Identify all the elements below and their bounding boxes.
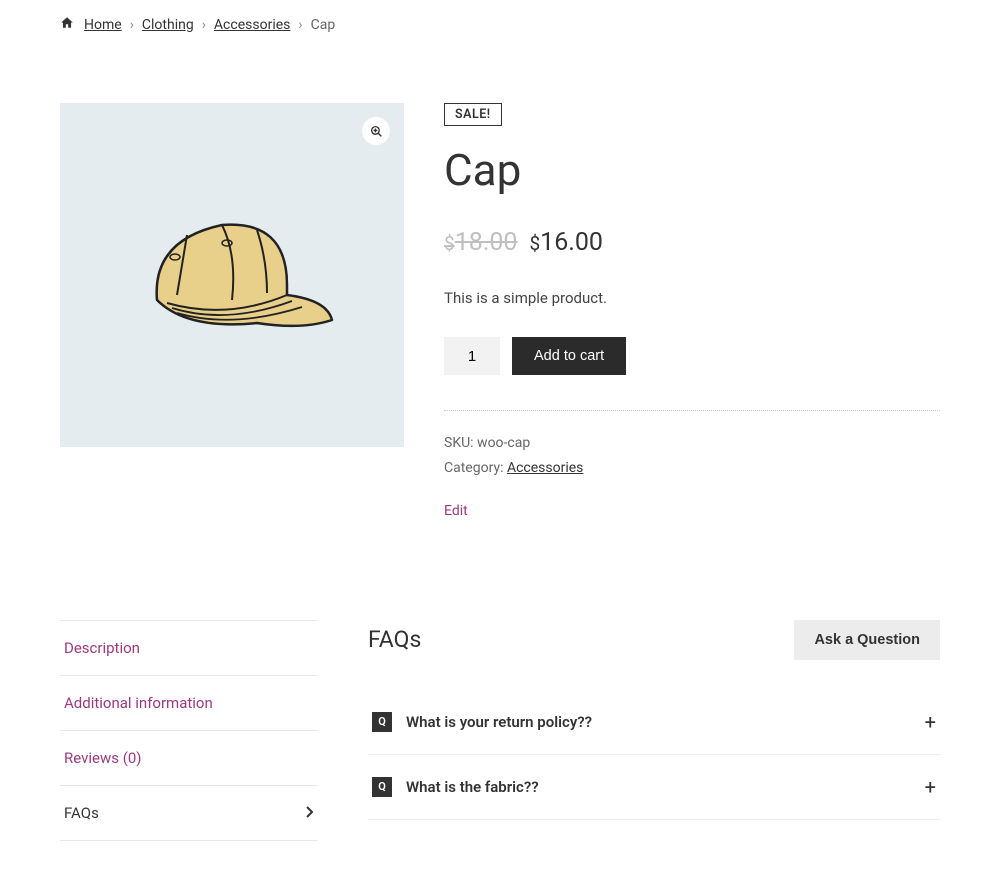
faq-item[interactable]: Q What is your return policy?? + (368, 690, 940, 755)
tab-panel-faqs: FAQs Ask a Question Q What is your retur… (368, 620, 940, 841)
product-tabs-area: Description Additional information Revie… (60, 620, 940, 841)
add-to-cart-form: Add to cart (444, 337, 940, 375)
tab-faqs-label: FAQs (64, 804, 99, 822)
tab-additional-information[interactable]: Additional information (60, 676, 318, 731)
chevron-right-icon: › (202, 17, 206, 33)
breadcrumb-current: Cap (311, 17, 336, 33)
question-icon: Q (372, 777, 392, 797)
product-meta: SKU: woo-cap Category: Accessories Edit (444, 410, 940, 525)
plus-icon: + (925, 775, 936, 799)
faq-question-text: What is your return policy?? (406, 713, 911, 731)
tab-reviews[interactable]: Reviews (0) (60, 731, 318, 786)
plus-icon: + (925, 710, 936, 734)
category-row: Category: Accessories (444, 456, 940, 481)
zoom-icon[interactable] (362, 117, 390, 145)
sale-badge: SALE! (444, 103, 502, 126)
chevron-right-icon (306, 804, 314, 822)
product-title: Cap (444, 144, 940, 196)
add-to-cart-button[interactable]: Add to cart (512, 337, 626, 375)
cap-illustration (127, 195, 337, 355)
product-image[interactable] (60, 103, 404, 447)
sku-row: SKU: woo-cap (444, 431, 940, 456)
price: $18.00 $16.00 (444, 228, 940, 257)
current-price: $16.00 (529, 228, 602, 257)
ask-a-question-button[interactable]: Ask a Question (794, 620, 940, 660)
faq-item[interactable]: Q What is the fabric?? + (368, 755, 940, 820)
product-tabs: Description Additional information Revie… (60, 620, 318, 841)
tab-faqs[interactable]: FAQs (60, 786, 318, 841)
faq-panel-header: FAQs Ask a Question (368, 620, 940, 660)
edit-link[interactable]: Edit (444, 499, 468, 524)
question-icon: Q (372, 712, 392, 732)
quantity-input[interactable] (444, 337, 500, 375)
breadcrumb-clothing[interactable]: Clothing (142, 17, 194, 33)
old-price: $18.00 (444, 228, 517, 257)
tab-description[interactable]: Description (60, 620, 318, 676)
home-icon (60, 16, 74, 33)
short-description: This is a simple product. (444, 289, 940, 307)
category-link[interactable]: Accessories (507, 460, 583, 476)
faq-title: FAQs (368, 626, 421, 653)
breadcrumb-accessories[interactable]: Accessories (214, 17, 290, 33)
faq-question-text: What is the fabric?? (406, 778, 911, 796)
product-summary: SALE! Cap $18.00 $16.00 This is a simple… (444, 103, 940, 525)
chevron-right-icon: › (130, 17, 134, 33)
breadcrumb: Home › Clothing › Accessories › Cap (60, 16, 940, 33)
sku-value: woo-cap (477, 435, 530, 451)
product-main: SALE! Cap $18.00 $16.00 This is a simple… (60, 103, 940, 525)
chevron-right-icon: › (298, 17, 302, 33)
breadcrumb-home[interactable]: Home (84, 17, 122, 33)
